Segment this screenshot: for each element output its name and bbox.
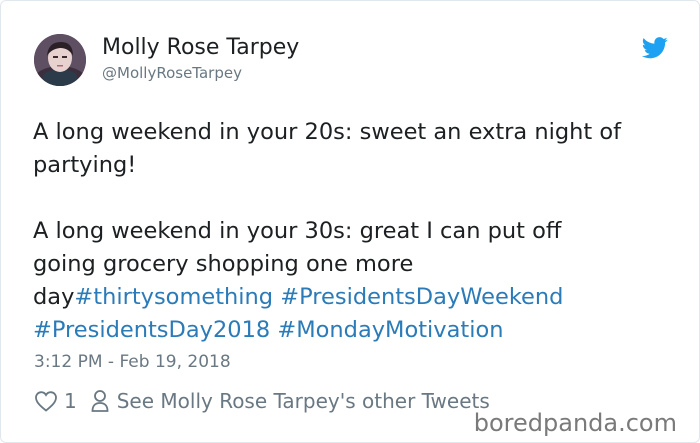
tweet-actions: 1 See Molly Rose Tarpey's other Tweets xyxy=(34,386,490,416)
tweet-text: A long weekend in your 20s: sweet an ext… xyxy=(33,116,673,347)
tweet-text-segment: A long weekend in your 30s: great I can … xyxy=(33,218,562,244)
see-other-tweets-link[interactable]: See Molly Rose Tarpey's other Tweets xyxy=(117,389,490,413)
tweet-line: A long weekend in your 20s: sweet an ext… xyxy=(33,116,673,149)
heart-outline-icon[interactable] xyxy=(34,390,58,412)
user-handle[interactable]: @MollyRoseTarpey xyxy=(102,63,242,83)
tweet-timestamp[interactable]: 3:12 PM - Feb 19, 2018 xyxy=(34,350,231,374)
display-name[interactable]: Molly Rose Tarpey xyxy=(102,34,299,62)
tweet-line: going grocery shopping one more xyxy=(33,248,673,281)
tweet-line xyxy=(33,182,673,215)
tweet-card: Molly Rose Tarpey @MollyRoseTarpey A lon… xyxy=(0,0,700,443)
watermark: boredpanda.com xyxy=(469,409,681,437)
tweet-line: A long weekend in your 30s: great I can … xyxy=(33,215,673,248)
hashtag-link[interactable]: #MondayMotivation xyxy=(277,317,503,343)
tweet-line: #PresidentsDay2018 #MondayMotivation xyxy=(33,314,673,347)
tweet-text-segment: partying! xyxy=(33,152,137,178)
like-count[interactable]: 1 xyxy=(64,389,77,413)
hashtag-link[interactable]: #thirtysomething xyxy=(74,284,273,310)
avatar[interactable] xyxy=(34,34,86,86)
hashtag-link[interactable]: #PresidentsDay2018 xyxy=(33,317,270,343)
tweet-text-segment: day xyxy=(33,284,75,310)
twitter-bird-icon[interactable] xyxy=(642,37,668,59)
tweet-text-segment: going grocery shopping one more xyxy=(33,251,414,277)
hashtag-link[interactable]: #PresidentsDayWeekend xyxy=(280,284,563,310)
person-outline-icon xyxy=(91,390,109,412)
tweet-text-segment: A long weekend in your 20s: sweet an ext… xyxy=(33,119,622,145)
tweet-line: partying! xyxy=(33,149,673,182)
tweet-line: day#thirtysomething #PresidentsDayWeeken… xyxy=(33,281,673,314)
